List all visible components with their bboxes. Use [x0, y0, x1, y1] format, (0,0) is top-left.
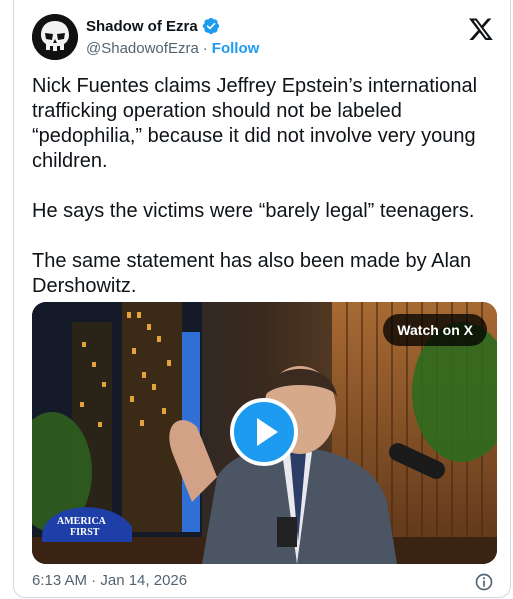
play-button[interactable]: [230, 398, 298, 466]
tweet-header: Shadow of Ezra @ShadowofEzra · Follow: [32, 14, 496, 62]
video-media[interactable]: AMERICA FIRST Watch on X: [32, 302, 497, 564]
x-logo-icon[interactable]: [468, 16, 494, 42]
play-icon: [257, 418, 278, 446]
tweet-card: Shadow of Ezra @ShadowofEzra · Follow Ni…: [13, 0, 511, 598]
author-name[interactable]: Shadow of Ezra: [86, 18, 198, 35]
skull-logo-icon: [32, 14, 78, 60]
watch-on-x-button[interactable]: Watch on X: [383, 314, 487, 346]
author-name-row: Shadow of Ezra: [86, 17, 220, 35]
separator-dot: ·: [202, 40, 208, 57]
timestamp[interactable]: 6:13 AM · Jan 14, 2026: [32, 572, 187, 589]
avatar[interactable]: [32, 14, 78, 60]
author-handle[interactable]: @ShadowofEzra: [86, 40, 199, 57]
verified-badge-icon: [202, 17, 219, 35]
author-handle-row: @ShadowofEzra · Follow: [86, 40, 259, 57]
info-icon[interactable]: [474, 572, 494, 592]
cap-text-line2: FIRST: [70, 527, 100, 538]
cap-text-line1: AMERICA: [57, 516, 107, 527]
tweet-text: Nick Fuentes claims Jeffrey Epstein’s in…: [32, 75, 478, 297]
follow-button[interactable]: Follow: [212, 40, 260, 57]
tweet-footer: 6:13 AM · Jan 14, 2026: [32, 572, 496, 594]
